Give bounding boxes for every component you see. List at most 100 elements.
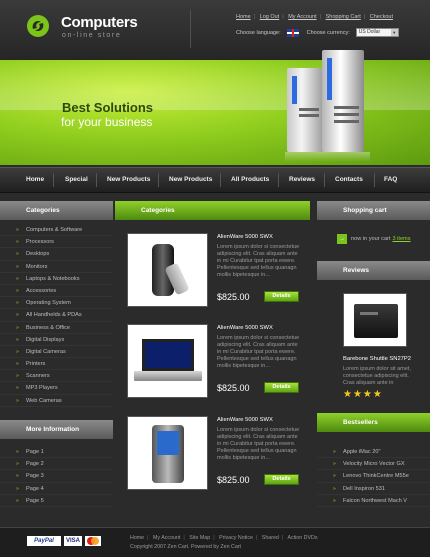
separator: | xyxy=(282,14,284,20)
nav-new-products-2[interactable]: New Products xyxy=(169,176,212,183)
info-page-link[interactable]: Page 5 xyxy=(0,495,113,507)
nav-all-products[interactable]: All Products xyxy=(231,176,269,183)
server-tower-icon xyxy=(287,68,324,152)
footer-links: Home | My Account | Site Map | Privacy Noti… xyxy=(130,535,318,541)
nav-new-products[interactable]: New Products xyxy=(107,176,150,183)
product-name[interactable]: AlienWare 5000 SWX xyxy=(217,325,273,331)
pda-icon xyxy=(152,425,184,483)
separator: | xyxy=(363,14,366,20)
review-product-image[interactable] xyxy=(343,293,407,347)
banner-reflection xyxy=(285,152,370,162)
laptop-base-shape xyxy=(134,371,202,381)
paypal-logo-icon: PayPal xyxy=(27,536,61,546)
uk-flag-icon[interactable] xyxy=(286,28,299,37)
details-button[interactable]: Details xyxy=(264,291,299,302)
nav-separator xyxy=(324,173,325,187)
top-link-account[interactable]: My Account xyxy=(288,14,316,20)
nav-special[interactable]: Special xyxy=(65,176,88,183)
info-page-link[interactable]: Page 1 xyxy=(0,446,113,458)
product-image[interactable] xyxy=(127,233,208,307)
rating-stars-icon: ★★★★ xyxy=(343,389,383,400)
banner-tagline: for your business xyxy=(61,115,153,129)
details-button[interactable]: Details xyxy=(264,382,299,393)
reviews-heading: Reviews xyxy=(317,261,430,280)
info-page-link[interactable]: Page 2 xyxy=(0,458,113,471)
category-item[interactable]: Laptops & Notebooks xyxy=(0,273,113,285)
footer-link-privacy[interactable]: Privacy Notice xyxy=(219,535,253,541)
info-page-link[interactable]: Page 4 xyxy=(0,483,113,495)
header: Computers on-line store Home | Log Out | M… xyxy=(0,0,430,60)
category-item[interactable]: Computers & Software xyxy=(0,224,113,236)
category-item[interactable]: Digital Cameras xyxy=(0,346,113,358)
choose-language-label: Choose language: xyxy=(236,29,281,36)
choose-currency-label: Choose currency: xyxy=(306,29,350,36)
review-product-name[interactable]: Barebone Shuttle SN27P2 xyxy=(343,356,411,362)
nav-home[interactable]: Home xyxy=(26,176,44,183)
nav-separator xyxy=(96,173,97,187)
bestseller-item[interactable]: Falcon Northwest Mach V xyxy=(317,495,430,507)
more-info-heading: More Information xyxy=(0,420,113,439)
category-item[interactable]: Business & Office xyxy=(0,322,113,334)
category-item[interactable]: Printers xyxy=(0,358,113,370)
categories-heading: Categories xyxy=(0,201,113,220)
product-description: Lorem ipsum dolor si consectetue adipisc… xyxy=(217,335,300,369)
category-item[interactable]: Processors xyxy=(0,236,113,249)
logo-icon[interactable] xyxy=(26,14,50,38)
category-item[interactable]: Operating System xyxy=(0,297,113,310)
bestseller-item[interactable]: Velocity Micro Vector GX xyxy=(317,458,430,471)
bestseller-item[interactable]: Dell Inspiron 531 xyxy=(317,483,430,495)
mastercard-logo-icon xyxy=(85,536,101,546)
info-page-link[interactable]: Page 3 xyxy=(0,470,113,483)
bestseller-item[interactable]: Apple iMac 20" xyxy=(317,446,430,458)
product-image[interactable] xyxy=(127,324,208,398)
separator: | xyxy=(213,535,215,541)
cart-items-link[interactable]: 3 items xyxy=(392,236,410,242)
footer-link-home[interactable]: Home xyxy=(130,535,144,541)
nav-reviews[interactable]: Reviews xyxy=(289,176,315,183)
currency-value: US Dollar xyxy=(358,29,381,35)
cart-text: now in your cart xyxy=(351,236,391,242)
review-description: Lorem ipsum dolor sit amet, consectetue … xyxy=(343,366,411,386)
product-card: AlienWare 5000 SWX Lorem ipsum dolor si … xyxy=(127,233,303,313)
nav-contacts[interactable]: Contacts xyxy=(335,176,363,183)
footer-link-sitemap[interactable]: Site Map xyxy=(189,535,210,541)
category-item[interactable]: Monitors xyxy=(0,261,113,273)
details-button[interactable]: Details xyxy=(264,474,299,485)
banner-headline: Best Solutions xyxy=(62,100,154,115)
product-price: $825.00 xyxy=(217,383,250,393)
top-link-home[interactable]: Home xyxy=(236,14,251,20)
center-heading: Categories xyxy=(115,201,310,220)
server-tower-icon xyxy=(322,50,364,152)
footer-link-shared[interactable]: Shared xyxy=(262,535,279,541)
category-item[interactable]: Digital Displays xyxy=(0,334,113,346)
top-link-cart[interactable]: Shopping Cart xyxy=(326,14,361,20)
product-price: $825.00 xyxy=(217,475,250,485)
category-item[interactable]: All Handhelds & PDAs xyxy=(0,309,113,322)
top-links: Home | Log Out | My Account | Shopping Cart… xyxy=(236,14,393,20)
barebone-pc-icon xyxy=(354,304,398,338)
product-name[interactable]: AlienWare 5000 SWX xyxy=(217,417,273,423)
product-name[interactable]: AlienWare 5000 SWX xyxy=(217,234,273,240)
separator: | xyxy=(183,535,185,541)
category-item[interactable]: Desktops xyxy=(0,248,113,261)
category-item[interactable]: MP3 Players xyxy=(0,382,113,395)
product-description: Lorem ipsum dolor si consectetue adipisc… xyxy=(217,427,300,461)
category-item[interactable]: Accessories xyxy=(0,285,113,297)
category-item[interactable]: Web Cameras xyxy=(0,395,113,407)
bestseller-item[interactable]: Lenovo ThinkCentre M55e xyxy=(317,470,430,483)
top-link-logout[interactable]: Log Out xyxy=(260,14,280,20)
separator: | xyxy=(147,535,149,541)
cart-icon[interactable]: → xyxy=(337,234,347,244)
currency-select[interactable]: US Dollar ▼ xyxy=(355,28,399,37)
nav-faq[interactable]: FAQ xyxy=(384,176,397,183)
bestsellers-list: Apple iMac 20" Velocity Micro Vector GX … xyxy=(317,446,430,507)
footer-link-dvds[interactable]: Action DVDs xyxy=(287,535,317,541)
site-title[interactable]: Computers xyxy=(61,14,138,31)
product-image[interactable] xyxy=(127,416,208,490)
main-nav: Home Special New Products New Products A… xyxy=(0,167,430,193)
top-link-checkout[interactable]: Checkout xyxy=(370,14,393,20)
product-card: AlienWare 5000 SWX Lorem ipsum dolor si … xyxy=(127,416,303,496)
footer-link-account[interactable]: My Account xyxy=(153,535,180,541)
nav-separator xyxy=(374,173,375,187)
category-item[interactable]: Scanners xyxy=(0,370,113,383)
